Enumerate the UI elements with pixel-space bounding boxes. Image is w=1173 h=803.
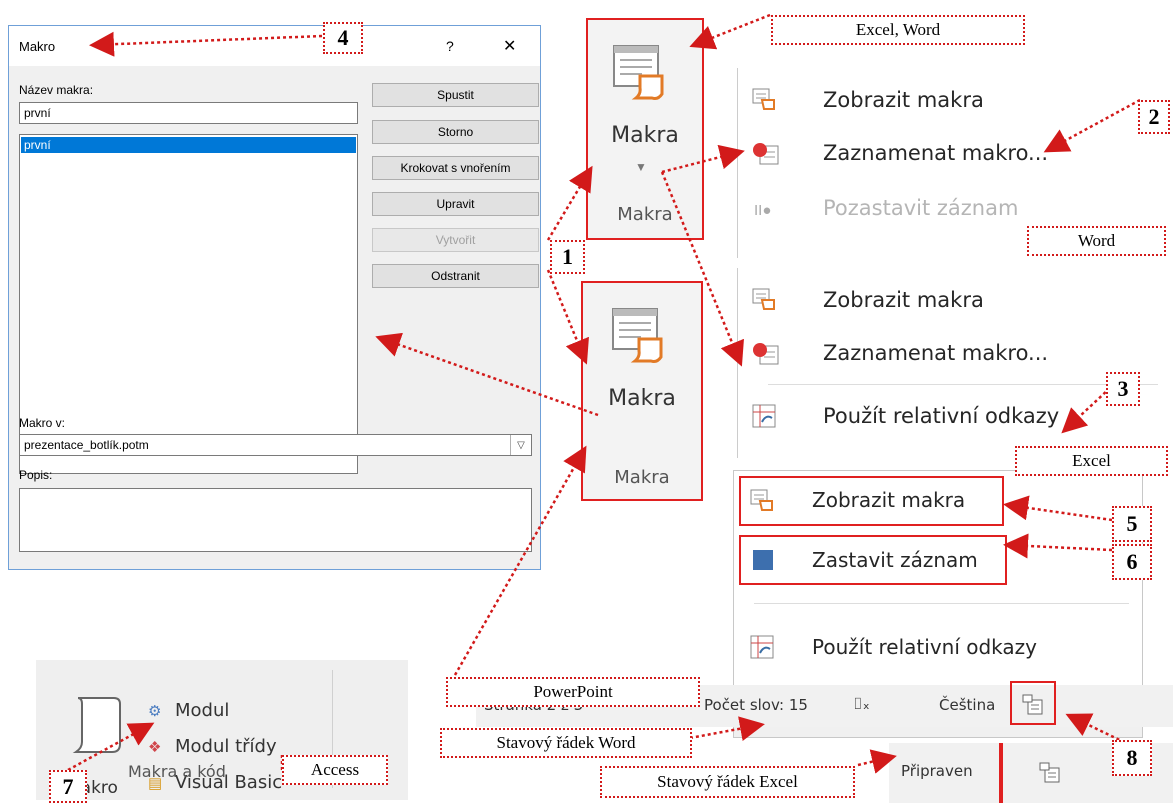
callout-number-3: 3 bbox=[1106, 372, 1140, 406]
callout-number-6: 6 bbox=[1112, 544, 1152, 580]
callout-number-7: 7 bbox=[49, 770, 87, 803]
callout-number-8: 8 bbox=[1112, 740, 1152, 776]
callout-word: Word bbox=[1027, 226, 1166, 256]
callout-number-5: 5 bbox=[1112, 506, 1152, 542]
callout-excel: Excel bbox=[1015, 446, 1168, 476]
callout-access: Access bbox=[282, 755, 388, 785]
callout-excel-statusbar: Stavový řádek Excel bbox=[600, 766, 855, 798]
callout-number-4: 4 bbox=[323, 22, 363, 54]
callout-word-statusbar: Stavový řádek Word bbox=[440, 728, 692, 758]
callout-number-2: 2 bbox=[1138, 100, 1170, 134]
callout-powerpoint: PowerPoint bbox=[446, 677, 700, 707]
callout-number-1: 1 bbox=[550, 240, 585, 274]
callout-excel-word: Excel, Word bbox=[771, 15, 1025, 45]
